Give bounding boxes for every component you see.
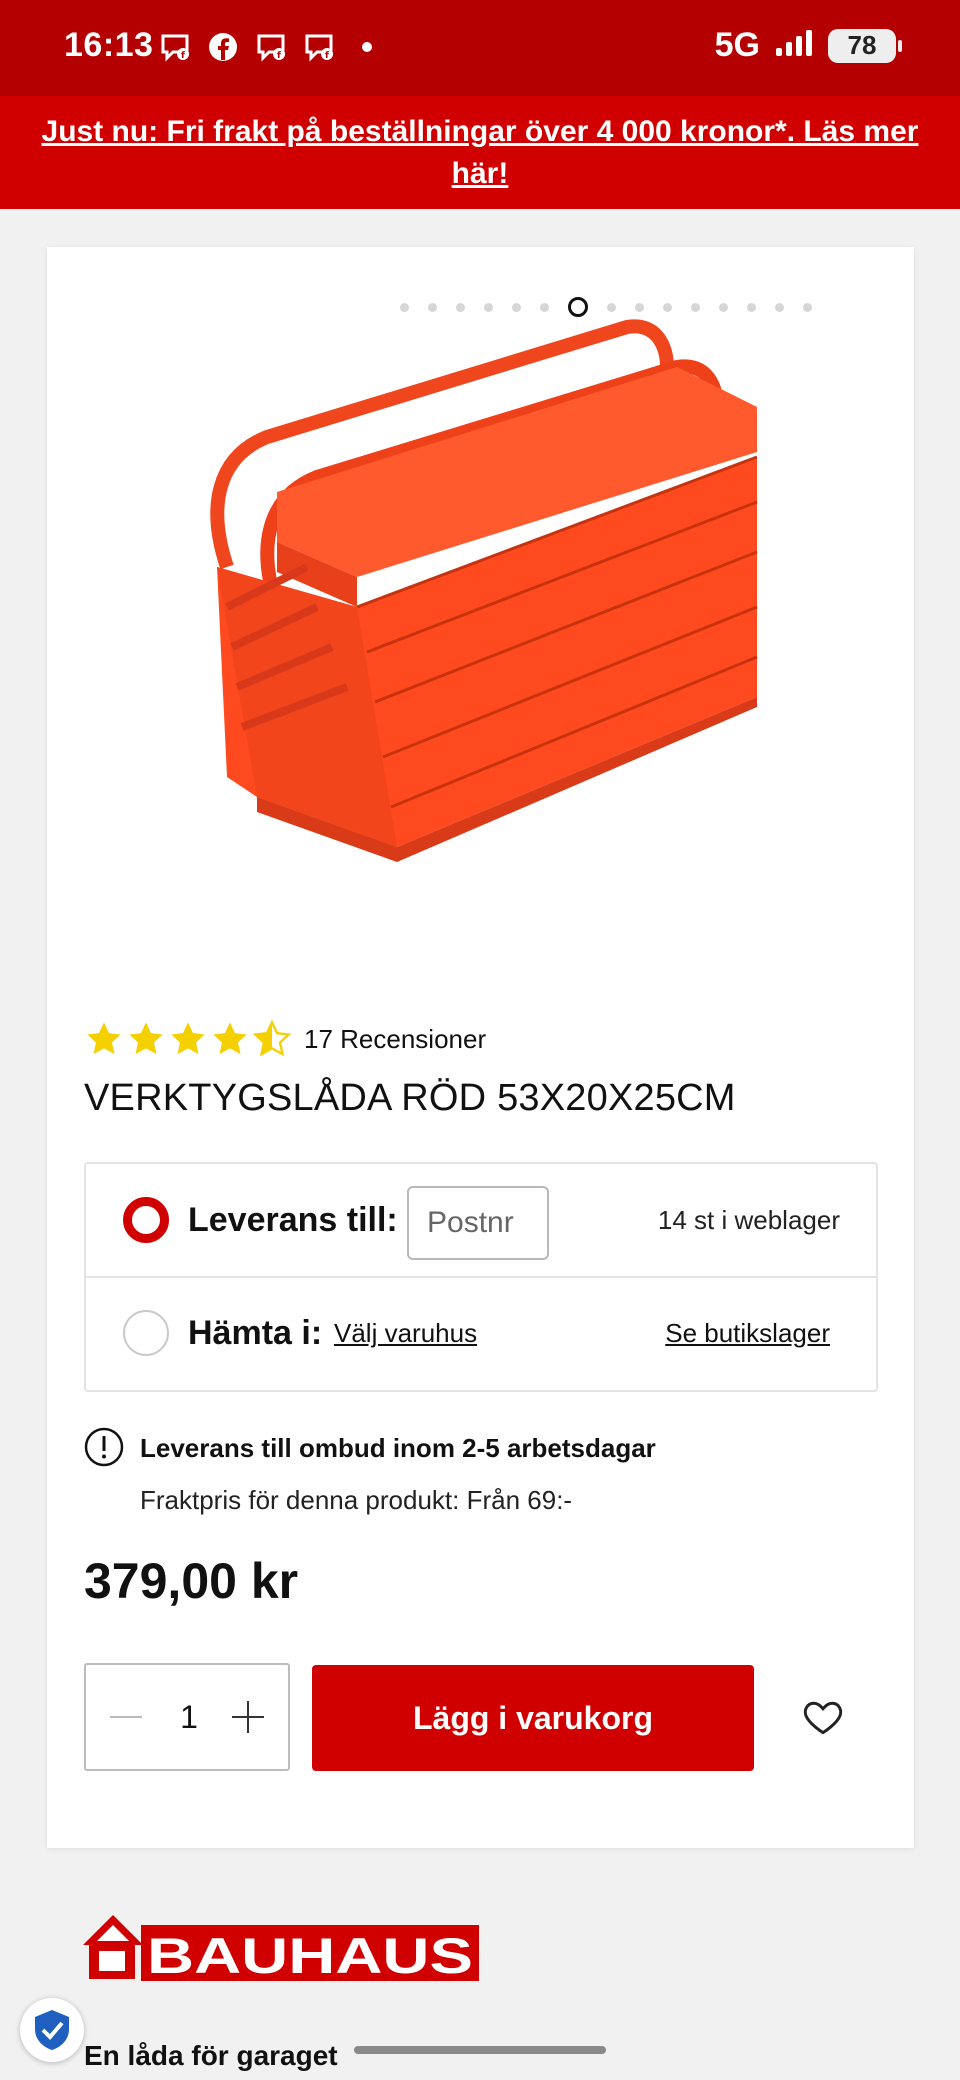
signal-icon [774,28,814,63]
battery-indicator: 78 [828,28,902,63]
svg-text:f: f [325,51,329,61]
star-icon [87,1022,121,1055]
info-exclamation-icon [84,1427,124,1467]
pickup-radio[interactable] [123,1310,169,1356]
product-title: VERKTYGSLÅDA RÖD 53X20X25CM [84,1077,736,1119]
half-star-icon [252,1019,292,1057]
messenger-icon: f [158,30,192,64]
status-bar: 16:13 f f f 5G 78 [0,0,960,96]
choose-store-link[interactable]: Välj varuhus [334,1318,477,1349]
svg-text:f: f [181,51,185,61]
verified-shield-badge[interactable] [20,1998,84,2062]
image-gallery[interactable] [47,247,914,987]
product-price: 379,00 kr [84,1553,299,1609]
product-card: 17 Recensioner VERKTYGSLÅDA RÖD 53X20X25… [47,247,914,1848]
clock: 16:13 [64,26,154,64]
section-heading: En låda för garaget [84,2040,338,2071]
rating-stars [84,1019,292,1059]
shipping-title: Leverans till ombud inom 2-5 arbetsdagar [140,1433,656,1463]
promo-link[interactable]: Just nu: Fri frakt på beställningar över… [40,111,920,195]
delivery-option-home[interactable]: Leverans till: Postnr 14 st i weblager [86,1164,876,1278]
bauhaus-logo[interactable]: BAUHAUS [83,1905,483,1983]
add-to-cart-button[interactable]: Lägg i varukorg [312,1665,754,1771]
delivery-options: Leverans till: Postnr 14 st i weblager H… [84,1162,878,1392]
messenger-icon: f [254,30,288,64]
promo-banner: Just nu: Fri frakt på beställningar över… [0,96,960,209]
more-notifications-dot-icon [350,30,384,64]
store-stock-link[interactable]: Se butikslager [665,1318,830,1349]
heart-icon[interactable] [801,1695,845,1739]
star-icon [171,1022,205,1055]
star-icon [213,1022,247,1055]
quantity-stepper: 1 [84,1663,290,1771]
notification-icons: f f f [158,30,384,64]
facebook-icon [206,30,240,64]
star-icon [129,1022,163,1055]
delivery-radio-selected[interactable] [123,1197,169,1243]
messenger-icon: f [302,30,336,64]
svg-text:f: f [277,51,281,61]
shipping-price: Fraktpris för denna produkt: Från 69:- [140,1485,573,1515]
plus-icon [232,1701,264,1733]
delivery-option-pickup[interactable]: Hämta i: Välj varuhus Se butikslager [86,1277,876,1389]
toolbox-image [210,319,758,862]
svg-text:BAUHAUS: BAUHAUS [147,1928,473,1983]
review-count[interactable]: 17 Recensioner [304,1024,486,1055]
home-indicator[interactable] [354,2046,606,2054]
network-type: 5G [714,26,760,64]
web-stock-text: 14 st i weblager [657,1204,840,1235]
delivery-option-label: Leverans till: [188,1200,398,1239]
shield-check-icon [35,2010,69,2050]
postnr-input[interactable]: Postnr [407,1186,549,1260]
pickup-option-label: Hämta i: [188,1313,323,1352]
product-rating[interactable]: 17 Recensioner [84,1019,486,1059]
increase-quantity-button[interactable] [226,1695,270,1739]
